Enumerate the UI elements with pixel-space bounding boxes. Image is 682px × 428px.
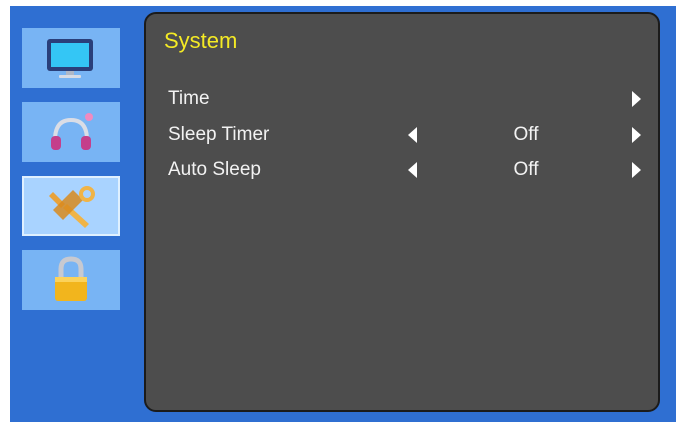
- menu-row-sleep-timer[interactable]: Sleep Timer Off: [146, 120, 658, 150]
- headphones-icon: [51, 113, 93, 150]
- menu-value: Off: [513, 159, 539, 180]
- menu-panel: System Time Sleep Timer Off Auto Sleep O…: [144, 12, 660, 412]
- menu-value: Off: [513, 124, 539, 145]
- wrench-icon: [49, 186, 95, 228]
- menu-row-auto-sleep[interactable]: Auto Sleep Off: [146, 155, 658, 185]
- menu-label: Auto Sleep: [168, 159, 261, 180]
- sidebar-item-system[interactable]: [22, 176, 120, 236]
- sidebar-item-picture[interactable]: [22, 28, 120, 88]
- sidebar-item-lock[interactable]: [22, 250, 120, 310]
- arrow-left-icon[interactable]: [408, 127, 417, 143]
- menu-row-time[interactable]: Time: [146, 84, 658, 114]
- arrow-right-icon[interactable]: [632, 127, 641, 143]
- sidebar-item-sound[interactable]: [22, 102, 120, 162]
- monitor-icon: [47, 39, 93, 78]
- menu-label: Sleep Timer: [168, 124, 270, 145]
- page-title: System: [164, 28, 238, 53]
- padlock-icon: [55, 256, 87, 301]
- arrow-left-icon[interactable]: [408, 162, 417, 178]
- menu-label: Time: [168, 88, 210, 109]
- arrow-right-icon[interactable]: [632, 162, 641, 178]
- arrow-right-icon[interactable]: [632, 91, 641, 107]
